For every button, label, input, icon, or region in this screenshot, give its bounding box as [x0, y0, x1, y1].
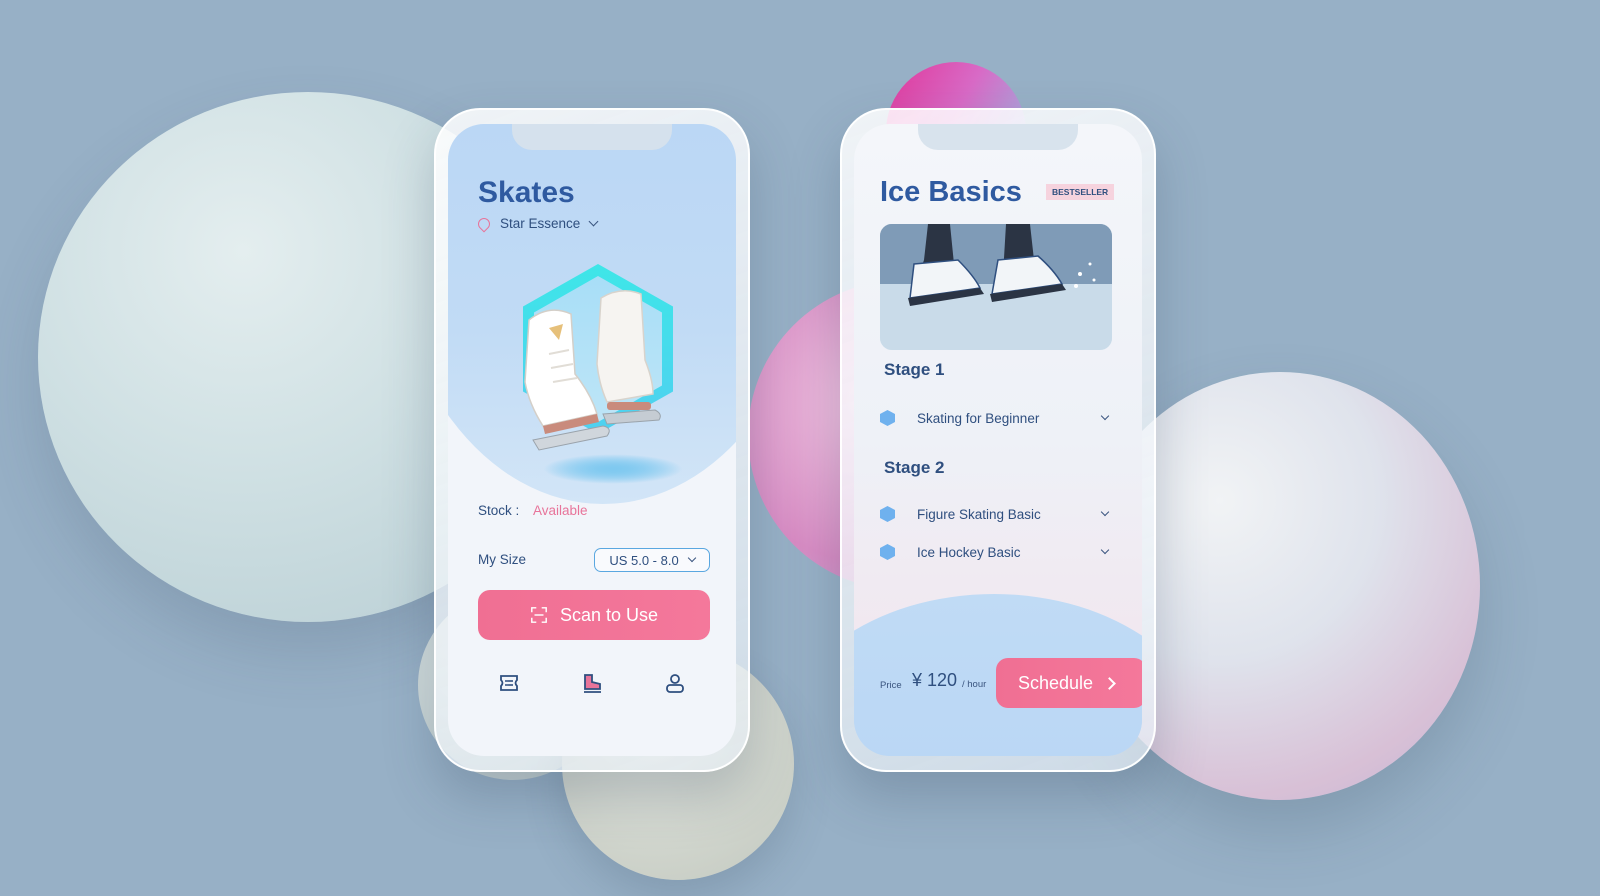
hockey-skates-image: [880, 224, 1112, 350]
skate-product-image: [503, 264, 683, 484]
stage-2-heading: Stage 2: [884, 458, 945, 477]
course-label: Figure Skating Basic: [917, 506, 1041, 522]
price-label: Price: [880, 680, 902, 691]
hexagon-bullet-icon: [880, 410, 895, 426]
course-label: Ice Hockey Basic: [917, 544, 1021, 560]
page-title: Skates: [478, 176, 575, 209]
profile-icon[interactable]: [664, 672, 686, 694]
hexagon-bullet-icon: [880, 544, 895, 560]
price-unit: / hour: [962, 679, 987, 690]
size-dropdown[interactable]: US 5.0 - 8.0: [594, 548, 710, 572]
chevron-down-icon: [1100, 411, 1110, 421]
page-title: Ice Basics: [880, 176, 1022, 208]
phone-notch: [918, 124, 1078, 150]
schedule-button-label: Schedule: [1018, 672, 1094, 693]
chevron-right-icon: [1103, 676, 1116, 690]
scan-to-use-button[interactable]: Scan to Use: [478, 590, 710, 640]
location-selector[interactable]: Star Essence: [475, 215, 599, 232]
course-label: Skating for Beginner: [917, 410, 1040, 426]
size-label: My Size: [478, 552, 527, 567]
course-item[interactable]: Skating for Beginner: [880, 410, 1110, 426]
course-item[interactable]: Ice Hockey Basic: [880, 544, 1110, 560]
schedule-button[interactable]: Schedule: [996, 658, 1142, 708]
bestseller-badge: BESTSELLER: [1046, 184, 1115, 200]
phone-ice-basics: Ice Basics BESTSELLER Stage 1 Skating fo…: [840, 108, 1156, 772]
size-value: US 5.0 - 8.0: [609, 552, 679, 568]
ice-basics-screen: Ice Basics BESTSELLER Stage 1 Skating fo…: [854, 124, 1142, 756]
phone-skates: Skates Star Essence Stock: Available My…: [434, 108, 750, 772]
chevron-down-icon: [1100, 545, 1110, 555]
figure-skates-icon: [524, 290, 661, 451]
skating-photo: [880, 224, 1112, 350]
chevron-down-icon: [588, 216, 599, 227]
ticket-icon[interactable]: [498, 672, 520, 694]
location-pin-icon: [475, 215, 493, 232]
phone-notch: [512, 124, 672, 150]
scan-icon: [531, 607, 547, 623]
skates-screen: Skates Star Essence Stock: Available My…: [448, 124, 736, 756]
course-item[interactable]: Figure Skating Basic: [880, 506, 1110, 522]
stock-status: Available: [533, 503, 588, 518]
chevron-down-icon: [687, 553, 696, 563]
bottom-tab-bar: [478, 672, 706, 694]
chevron-down-icon: [1100, 507, 1110, 517]
hexagon-bullet-icon: [880, 506, 895, 522]
scan-button-label: Scan to Use: [559, 604, 659, 625]
skate-icon[interactable]: [581, 672, 603, 694]
stock-label: Stock :: [478, 503, 520, 518]
location-label: Star Essence: [500, 216, 581, 231]
stage-1-heading: Stage 1: [884, 360, 945, 379]
price-value: ¥ 120: [912, 670, 958, 690]
